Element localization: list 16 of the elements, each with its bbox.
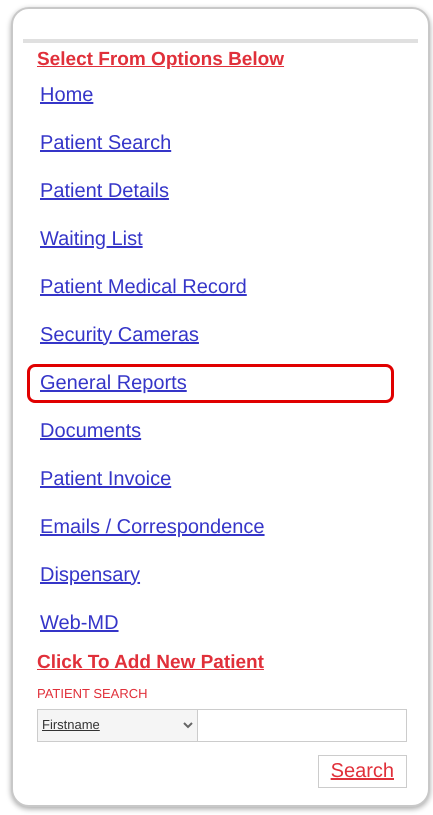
menu-link[interactable]: Patient Details: [27, 172, 394, 210]
menu-link[interactable]: Web-MD: [27, 604, 394, 642]
menu-link[interactable]: Documents: [27, 412, 394, 450]
menu-link[interactable]: General Reports: [27, 364, 394, 402]
search-label: PATIENT SEARCH: [37, 685, 149, 703]
menu-link[interactable]: Patient Invoice: [27, 460, 394, 498]
menu-link[interactable]: Dispensary: [27, 556, 394, 594]
menu-link[interactable]: Emails / Correspondence: [27, 508, 394, 546]
menu-link[interactable]: Waiting List: [27, 220, 394, 258]
panel-heading: Select From Options Below: [37, 48, 284, 72]
search-button[interactable]: Search: [318, 754, 407, 788]
menu-link[interactable]: Home: [27, 76, 394, 114]
menu-link[interactable]: Security Cameras: [27, 316, 394, 354]
add-patient-link[interactable]: Click To Add New Patient: [37, 648, 264, 677]
menu-link[interactable]: Patient Search: [27, 124, 394, 162]
menu-link[interactable]: Patient Medical Record: [27, 268, 394, 306]
